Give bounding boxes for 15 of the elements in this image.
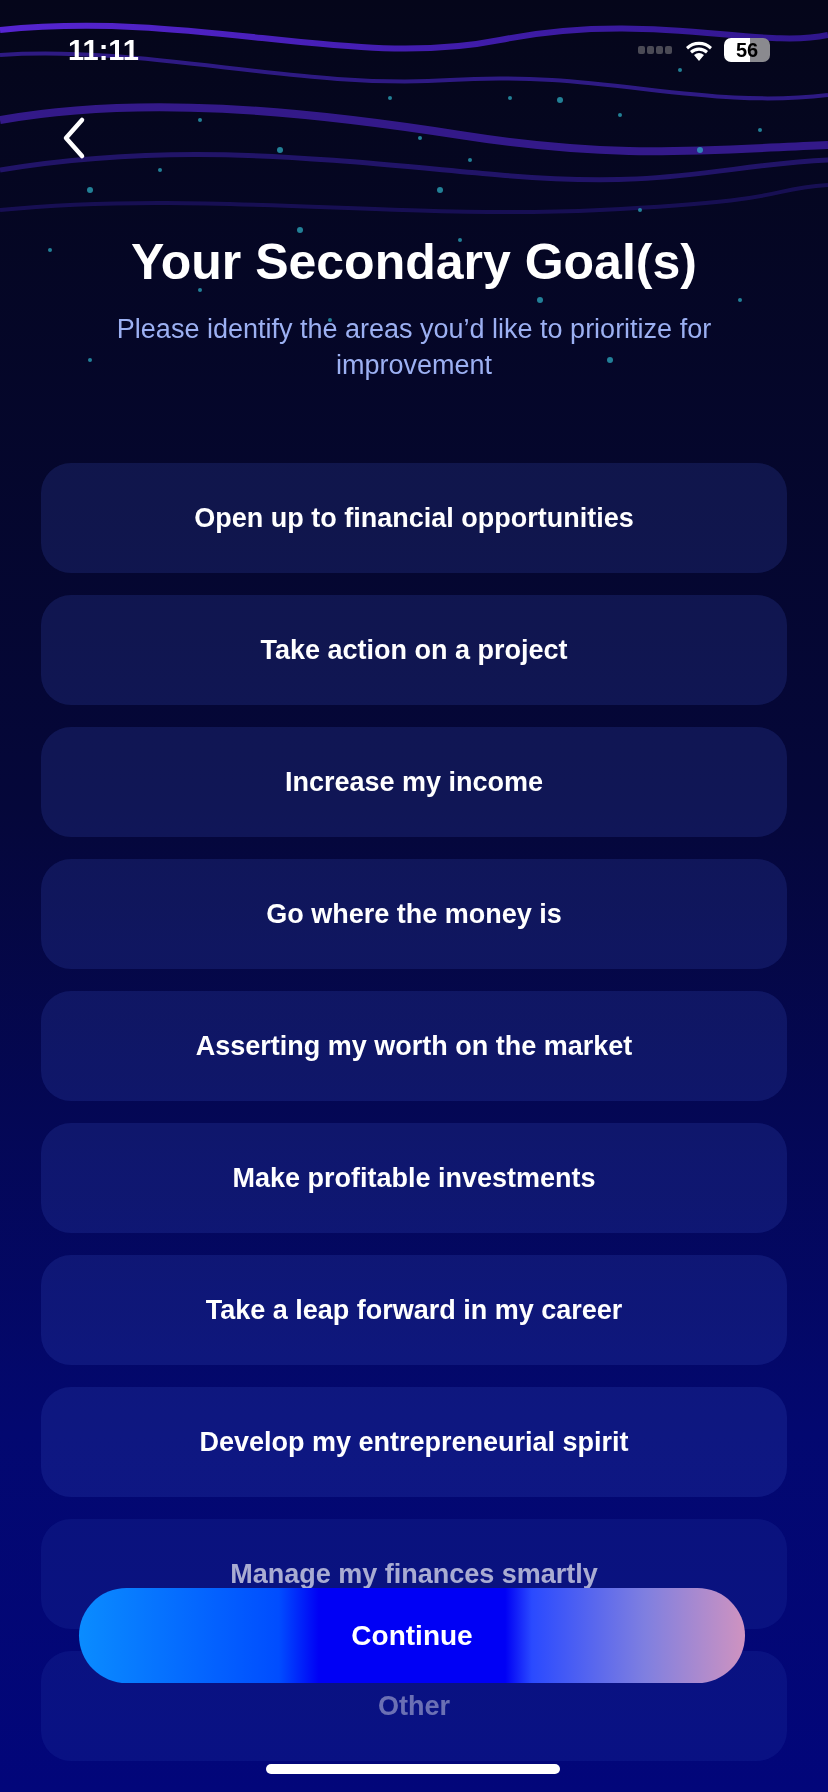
goal-option[interactable]: Go where the money is [41, 859, 787, 969]
goal-option[interactable]: Develop my entrepreneurial spirit [41, 1387, 787, 1497]
goal-option[interactable]: Increase my income [41, 727, 787, 837]
signal-icon [638, 45, 674, 55]
goal-option[interactable]: Asserting my worth on the market [41, 991, 787, 1101]
goal-option[interactable]: Make profitable investments [41, 1123, 787, 1233]
wifi-icon [684, 39, 714, 61]
continue-button[interactable]: Continue [79, 1588, 745, 1683]
goal-option[interactable]: Take a leap forward in my career [41, 1255, 787, 1365]
status-time: 11:11 [68, 33, 139, 67]
page-subtitle: Please identify the areas you’d like to prioritize for improvement [115, 313, 713, 382]
page-title: Your Secondary Goal(s) [130, 233, 698, 291]
battery-icon: 56 [724, 38, 770, 62]
goal-option[interactable]: Open up to financial opportunities [41, 463, 787, 573]
goal-option[interactable]: Take action on a project [41, 595, 787, 705]
